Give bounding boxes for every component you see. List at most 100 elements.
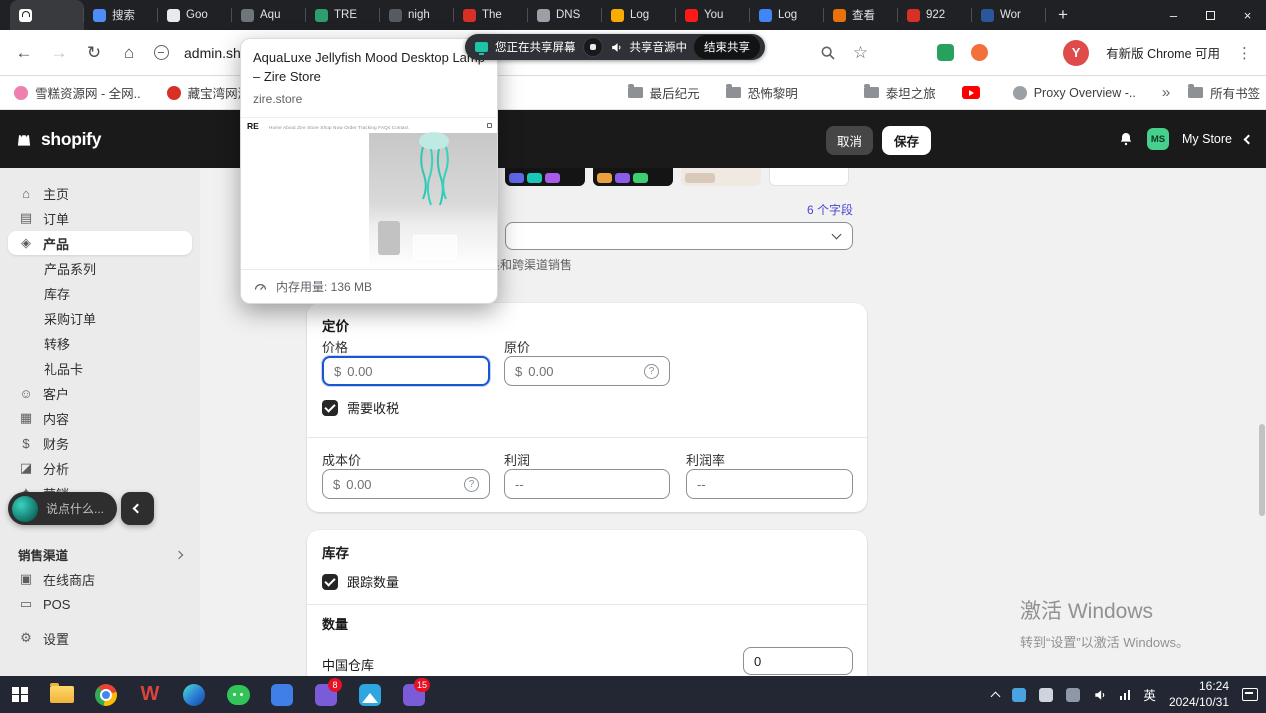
- taskbar-chrome[interactable]: [84, 676, 128, 713]
- browser-menu-icon[interactable]: ⋮: [1237, 44, 1252, 62]
- product-image-thumbnail[interactable]: [681, 168, 761, 186]
- start-button[interactable]: [0, 676, 40, 713]
- tab-shopify-admin[interactable]: [10, 0, 84, 30]
- chrome-update-button[interactable]: 有新版 Chrome 可用: [1106, 43, 1220, 62]
- maximize-button[interactable]: [1192, 0, 1229, 30]
- product-image-thumbnail[interactable]: [593, 168, 673, 186]
- sidebar-item-online-store[interactable]: ▣在线商店: [8, 567, 192, 591]
- bookmark-item[interactable]: 雪糕资源网 - 全网..: [14, 83, 141, 102]
- sidebar-item-pos[interactable]: ▭POS: [8, 592, 192, 616]
- tab-search[interactable]: 搜索: [84, 0, 158, 30]
- track-quantity-checkbox[interactable]: [322, 574, 338, 590]
- home-button[interactable]: ⌂: [119, 43, 139, 63]
- tab-word[interactable]: Wor: [972, 0, 1046, 30]
- tab-922[interactable]: 922: [898, 0, 972, 30]
- sidebar-item-transfers[interactable]: 转移: [8, 331, 192, 355]
- volume-icon[interactable]: [1093, 688, 1107, 702]
- taskbar-purple-app-2[interactable]: 15: [392, 676, 436, 713]
- sidebar-item-purchase-orders[interactable]: 采购订单: [8, 306, 192, 330]
- tab-youtube[interactable]: You: [676, 0, 750, 30]
- cancel-button[interactable]: 取消: [826, 126, 873, 155]
- input-language-indicator[interactable]: 英: [1143, 685, 1156, 704]
- tab-aqualuxe-zire[interactable]: Aqu: [232, 0, 306, 30]
- taskbar-clock[interactable]: 16:24 2024/10/31: [1169, 679, 1229, 710]
- sales-channels-header[interactable]: 销售渠道: [18, 545, 182, 564]
- tab-log-1[interactable]: Log: [602, 0, 676, 30]
- sidebar-item-gift-cards[interactable]: 礼品卡: [8, 356, 192, 380]
- tab-log-2[interactable]: Log: [750, 0, 824, 30]
- add-media-tile[interactable]: [769, 168, 849, 186]
- tab-google[interactable]: Goo: [158, 0, 232, 30]
- price-input[interactable]: $ 0.00: [322, 356, 490, 386]
- metafields-link[interactable]: 6 个字段: [785, 201, 853, 218]
- address-bar[interactable]: admin.sh: [184, 45, 241, 61]
- tray-app-icon[interactable]: [1039, 688, 1053, 702]
- taskbar-edge[interactable]: [172, 676, 216, 713]
- tab-the[interactable]: The: [454, 0, 528, 30]
- help-icon[interactable]: ?: [464, 477, 479, 492]
- taskbar-purple-app[interactable]: 8: [304, 676, 348, 713]
- sidebar-item-finance[interactable]: $财务: [8, 431, 192, 455]
- sidebar-item-inventory[interactable]: 库存: [8, 281, 192, 305]
- page-scrollbar-thumb[interactable]: [1259, 424, 1265, 516]
- margin-input[interactable]: --: [686, 469, 853, 499]
- charge-tax-checkbox[interactable]: [322, 400, 338, 416]
- sidebar-item-settings[interactable]: ⚙设置: [8, 626, 192, 650]
- sidebar-item-customers[interactable]: ☺客户: [8, 381, 192, 405]
- profile-avatar[interactable]: Y: [1063, 40, 1089, 66]
- share-control-button[interactable]: [583, 37, 603, 57]
- forward-button[interactable]: →: [49, 43, 69, 63]
- save-button[interactable]: 保存: [882, 126, 931, 155]
- back-button[interactable]: ←: [14, 43, 34, 63]
- taskbar-blue-app[interactable]: [260, 676, 304, 713]
- tab-tre[interactable]: TRE: [306, 0, 380, 30]
- search-icon[interactable]: [820, 45, 836, 61]
- bookmark-star-icon[interactable]: ☆: [853, 44, 868, 61]
- sidebar-item-analytics[interactable]: ◪分析: [8, 456, 192, 480]
- product-image-thumbnail[interactable]: [505, 168, 585, 186]
- site-info-icon[interactable]: [154, 45, 169, 60]
- tray-app-icon[interactable]: [1012, 688, 1026, 702]
- all-bookmarks-folder[interactable]: 所有书签: [1188, 83, 1260, 102]
- extension-orange-icon[interactable]: [971, 44, 988, 61]
- taskbar-file-explorer[interactable]: [40, 676, 84, 713]
- bookmark-youtube[interactable]: [962, 86, 987, 99]
- taskbar-wechat[interactable]: [216, 676, 260, 713]
- store-badge[interactable]: MS: [1147, 128, 1169, 150]
- sidebar-item-orders[interactable]: ▤订单: [8, 206, 192, 230]
- store-name[interactable]: My Store: [1182, 132, 1232, 146]
- shopify-logo[interactable]: shopify: [14, 129, 101, 150]
- network-icon[interactable]: [1120, 690, 1131, 700]
- notification-bell-icon[interactable]: [1118, 131, 1134, 147]
- location-quantity-input[interactable]: 0: [743, 647, 853, 675]
- taskbar-photos[interactable]: [348, 676, 392, 713]
- sidebar-item-content[interactable]: ▦内容: [8, 406, 192, 430]
- new-tab-button[interactable]: +: [1046, 5, 1080, 25]
- taskbar-wps[interactable]: W: [128, 676, 172, 713]
- stop-sharing-button[interactable]: 结束共享: [694, 35, 760, 59]
- bookmark-folder[interactable]: 恐怖黎明: [726, 83, 798, 102]
- collapse-chevron-icon[interactable]: [1244, 134, 1254, 144]
- refresh-button[interactable]: ↻: [84, 43, 104, 63]
- cost-input[interactable]: $ 0.00 ?: [322, 469, 490, 499]
- category-select[interactable]: [505, 222, 853, 250]
- help-icon[interactable]: ?: [644, 364, 659, 379]
- close-button[interactable]: ×: [1229, 0, 1266, 30]
- sidebar-item-products[interactable]: ◈产品: [8, 231, 192, 255]
- tray-app-icon[interactable]: [1066, 688, 1080, 702]
- bookmark-item[interactable]: 藏宝湾网游: [167, 83, 251, 102]
- tab-chakan[interactable]: 查看: [824, 0, 898, 30]
- chat-collapse-button[interactable]: [121, 492, 154, 525]
- compare-price-input[interactable]: $ 0.00 ?: [504, 356, 670, 386]
- tab-night[interactable]: nigh: [380, 0, 454, 30]
- sidebar-item-collections[interactable]: 产品系列: [8, 256, 192, 280]
- bookmarks-overflow-chevron[interactable]: »: [1162, 84, 1170, 101]
- tab-dns[interactable]: DNS: [528, 0, 602, 30]
- chat-input-pill[interactable]: 说点什么...: [8, 492, 117, 525]
- extension-green-icon[interactable]: [937, 44, 954, 61]
- sidebar-item-home[interactable]: ⌂主页: [8, 181, 192, 205]
- action-center-icon[interactable]: [1242, 688, 1258, 701]
- hidden-icons-chevron[interactable]: [990, 692, 1000, 702]
- minimize-button[interactable]: –: [1155, 0, 1192, 30]
- profit-input[interactable]: --: [504, 469, 670, 499]
